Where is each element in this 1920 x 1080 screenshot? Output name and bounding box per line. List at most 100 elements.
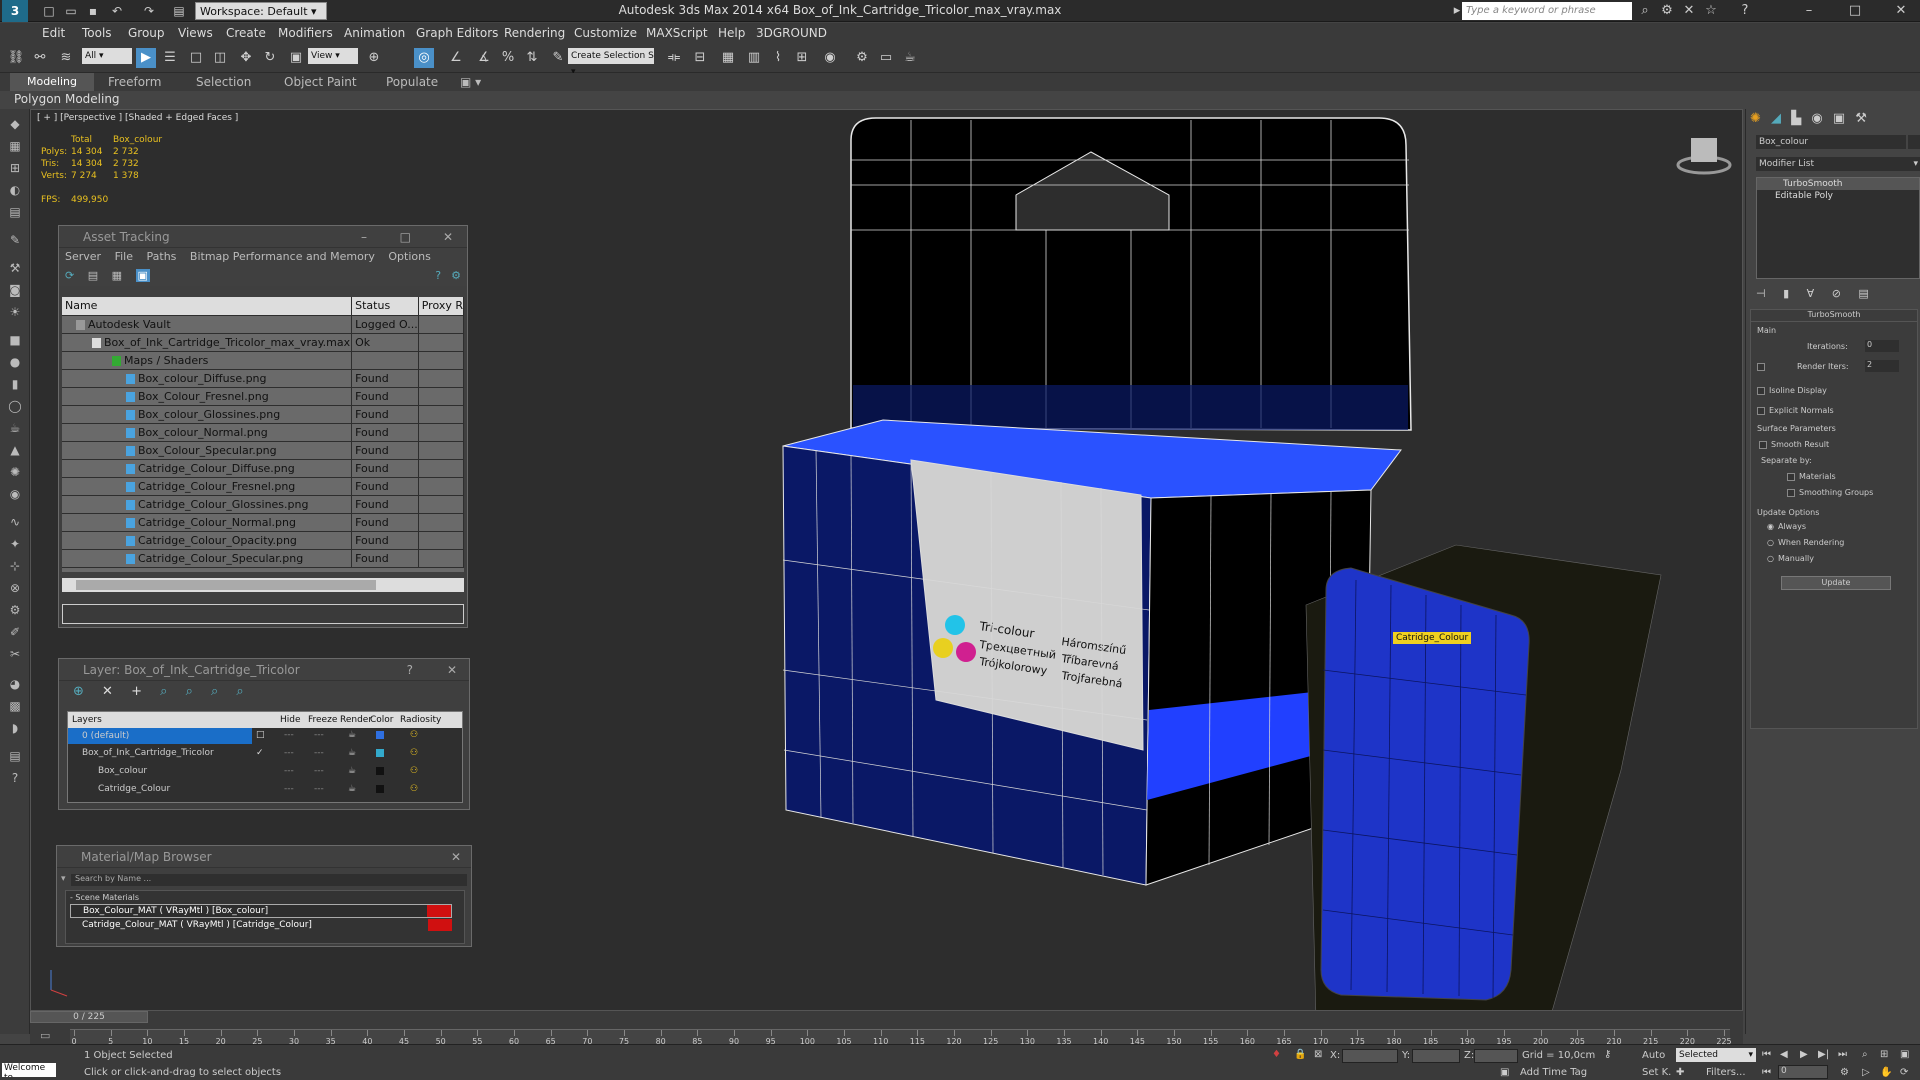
select-manipulate-icon[interactable]: ◎	[414, 48, 434, 68]
material-options-icon[interactable]: ▾	[61, 874, 66, 884]
layer-color-swatch[interactable]	[376, 785, 384, 793]
layer-help-icon[interactable]: ?	[407, 659, 413, 681]
layer-current-icon[interactable]: □	[256, 730, 265, 740]
time-config-icon[interactable]: ⚙	[1840, 1067, 1849, 1078]
layer-col-hide[interactable]: Hide	[280, 712, 301, 728]
render-setup-icon[interactable]: ⚙	[852, 48, 872, 68]
help-icon[interactable]: ?	[1736, 2, 1754, 20]
go-to-start-icon[interactable]: ⏮	[1762, 1049, 1771, 1060]
asset-list-icon[interactable]: ▤	[88, 269, 98, 282]
tool-render-icon[interactable]: ◕	[6, 675, 24, 693]
current-frame-field[interactable]: 0	[1778, 1065, 1828, 1079]
smooth-result-checkbox[interactable]	[1759, 440, 1767, 449]
layer-check-icon[interactable]: ✓	[256, 748, 264, 758]
layer-freeze-toggle[interactable]: ---	[314, 766, 324, 776]
menu-animation[interactable]: Animation	[344, 26, 405, 40]
hierarchy-tab-icon[interactable]: ▙	[1791, 111, 1801, 126]
filters-button[interactable]: Filters...	[1706, 1067, 1746, 1078]
menu-modifiers[interactable]: Modifiers	[278, 26, 333, 40]
tool-teapot-icon[interactable]: ☕	[6, 419, 24, 437]
viewcube-icon[interactable]	[1676, 138, 1732, 175]
asset-menu-file[interactable]: File	[115, 250, 133, 263]
fov-icon[interactable]: ▷	[1862, 1067, 1870, 1078]
asset-maximize-icon[interactable]: □	[400, 226, 411, 248]
layer-close-icon[interactable]: ✕	[447, 659, 457, 681]
key-mode-toggle-icon[interactable]: ⏮	[1762, 1067, 1771, 1078]
ribbon-tab-freeform[interactable]: Freeform	[108, 75, 161, 89]
tool-box-icon[interactable]: ■	[6, 331, 24, 349]
layer-hide-all-icon[interactable]: ⌕	[211, 684, 218, 699]
modify-tab-icon[interactable]: ◢	[1771, 111, 1781, 126]
table-row[interactable]: 0 (default) □ --- --- ☕ ⚇	[68, 728, 462, 746]
play-icon[interactable]: ▶	[1800, 1049, 1808, 1060]
layer-render-teapot-icon[interactable]: ☕	[348, 730, 356, 740]
table-row[interactable]: Catridge_Colour_Fresnel.png Found	[62, 477, 464, 496]
asset-help-icon[interactable]: ?	[435, 269, 441, 282]
layer-explorer-icon[interactable]: ▦	[718, 48, 738, 68]
rollout-title[interactable]: TurboSmooth	[1751, 310, 1917, 322]
auto-key-button[interactable]: Auto	[1642, 1050, 1665, 1061]
lock-selection-icon[interactable]: 🔒	[1294, 1049, 1306, 1060]
asset-menu-paths[interactable]: Paths	[147, 250, 177, 263]
selection-filter-dropdown[interactable]: All ▾	[82, 48, 132, 64]
key-mode-icon[interactable]: ✚	[1676, 1067, 1684, 1078]
search-input[interactable]: Type a keyword or phrase	[1462, 2, 1632, 20]
asset-menu-options[interactable]: Options	[388, 250, 430, 263]
tool-effects-icon[interactable]: ◗	[6, 719, 24, 737]
set-key-button[interactable]: Set K.	[1642, 1067, 1671, 1078]
table-row[interactable]: Box_of_Ink_Cartridge_Tricolor ✓ --- --- …	[68, 746, 462, 764]
rendered-frame-icon[interactable]: ▭	[876, 48, 896, 68]
app-logo-button[interactable]: 3	[2, 0, 28, 22]
layer-color-swatch[interactable]	[376, 767, 384, 775]
layer-hide-toggle[interactable]: ---	[284, 766, 294, 776]
named-selection-dropdown[interactable]: Create Selection S ▾	[568, 48, 654, 77]
schematic-view-icon[interactable]: ⊞	[792, 48, 812, 68]
track-bar-toggle-icon[interactable]: ▭	[40, 1029, 60, 1045]
layer-col-layers[interactable]: Layers	[72, 712, 102, 728]
select-move-icon[interactable]: ✥	[236, 48, 256, 68]
asset-refresh-icon[interactable]: ⟳	[65, 269, 74, 282]
menu-edit[interactable]: Edit	[42, 26, 65, 40]
tool-omni-icon[interactable]: ✺	[6, 463, 24, 481]
update-button[interactable]: Update	[1781, 576, 1891, 590]
make-unique-icon[interactable]: ∀	[1807, 287, 1815, 300]
render-iters-spinner[interactable]: 2	[1865, 360, 1899, 372]
edit-named-sel-icon[interactable]: ✎	[548, 48, 568, 68]
layer-radiosity-icon[interactable]: ⚇	[410, 748, 418, 758]
layer-col-freeze[interactable]: Freeze	[308, 712, 337, 728]
layer-freeze-toggle[interactable]: ---	[314, 784, 324, 794]
tool-create-icon[interactable]: ◆	[6, 115, 24, 133]
menu-group[interactable]: Group	[128, 26, 165, 40]
isolate-icon[interactable]: ♦	[1272, 1049, 1281, 1060]
absolute-mode-icon[interactable]: ⊠	[1314, 1049, 1322, 1060]
layer-freeze-toggle[interactable]: ---	[314, 730, 324, 740]
ribbon-tab-selection[interactable]: Selection	[196, 75, 251, 89]
always-radio[interactable]: ◉	[1767, 522, 1774, 531]
asset-horizontal-scrollbar[interactable]	[62, 578, 464, 592]
percent-snap-icon[interactable]: %	[498, 48, 518, 68]
configure-sets-icon[interactable]: ▤	[1858, 287, 1868, 300]
always-row[interactable]: ◉ Always	[1767, 522, 1806, 531]
asset-path-field[interactable]	[62, 604, 464, 624]
go-to-end-icon[interactable]: ⏭	[1838, 1049, 1847, 1060]
table-row[interactable]: Catridge_Colour_Opacity.png Found	[62, 531, 464, 550]
list-item[interactable]: Box_Colour_MAT ( VRayMtl ) [Box_colour]	[70, 904, 452, 918]
curve-editor-icon[interactable]: ⌇	[768, 48, 788, 68]
display-tab-icon[interactable]: ▣	[1833, 111, 1845, 126]
material-section-header[interactable]: - Scene Materials	[66, 891, 464, 904]
remove-modifier-icon[interactable]: ⊘	[1832, 287, 1841, 300]
next-frame-icon[interactable]: ▶|	[1818, 1049, 1829, 1060]
tool-shape-icon[interactable]: ✦	[6, 535, 24, 553]
isoline-checkbox[interactable]	[1757, 386, 1765, 395]
table-row[interactable]: Box_colour --- --- ☕ ⚇	[68, 764, 462, 782]
layer-hide-toggle[interactable]: ---	[284, 784, 294, 794]
asset-tree-icon[interactable]: ▣	[135, 269, 150, 282]
utilities-tab-icon[interactable]: ⚒	[1855, 111, 1867, 126]
create-tab-icon[interactable]: ✺	[1750, 111, 1761, 126]
menu-3dground[interactable]: 3DGROUND	[756, 26, 827, 40]
tool-modify-icon[interactable]: ▦	[6, 137, 24, 155]
layer-radiosity-icon[interactable]: ⚇	[410, 784, 418, 794]
table-row[interactable]: Box_colour_Glossines.png Found	[62, 405, 464, 424]
tool-graphite-icon[interactable]: ⚒	[6, 259, 24, 277]
save-icon[interactable]: ▪	[84, 2, 102, 20]
